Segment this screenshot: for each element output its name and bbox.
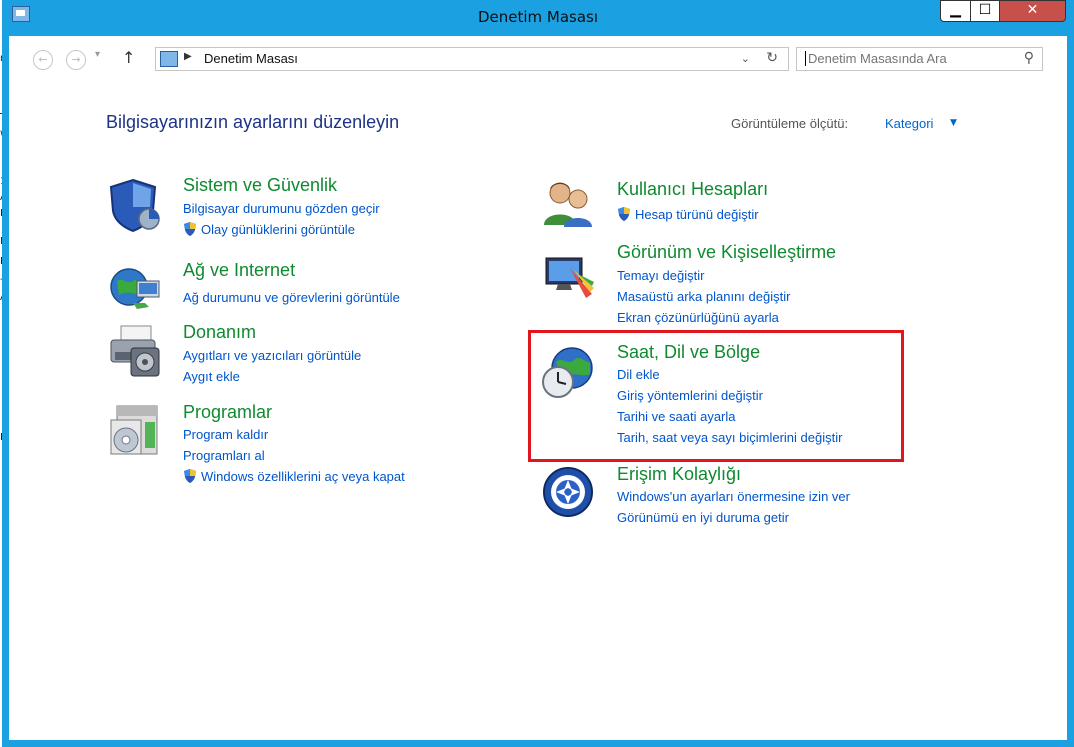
maximize-button[interactable]: ☐ <box>970 0 1000 22</box>
category-link-admin[interactable]: Windows özelliklerini aç veya kapat <box>183 469 405 484</box>
highlight-box <box>528 330 904 462</box>
personalization-icon[interactable] <box>540 248 596 304</box>
search-box[interactable]: ⚲ <box>796 47 1043 71</box>
close-icon: ✕ <box>1026 2 1039 18</box>
back-button[interactable]: ← <box>33 50 53 70</box>
category-title[interactable]: Donanım <box>183 322 256 343</box>
control-panel-icon <box>160 51 178 67</box>
uac-shield-icon <box>618 207 630 221</box>
printer-icon[interactable] <box>107 322 163 378</box>
category-link[interactable]: Windows'un ayarları önermesine izin ver <box>617 489 850 504</box>
refresh-button[interactable]: ↻ <box>766 50 778 66</box>
category-link[interactable]: Bilgisayar durumunu gözden geçir <box>183 201 380 216</box>
programs-icon[interactable] <box>107 402 163 458</box>
category-link-admin[interactable]: Olay günlüklerini görüntüle <box>183 222 355 237</box>
category-link[interactable]: Programları al <box>183 448 265 463</box>
category-link[interactable]: Ekran çözünürlüğünü ayarla <box>617 310 779 325</box>
page-title: Bilgisayarınızın ayarlarını düzenleyin <box>106 112 400 132</box>
close-button[interactable]: ✕ <box>999 0 1066 22</box>
title-bar[interactable]: Denetim Masası ▁ ☐ ✕ <box>2 0 1074 36</box>
category-title[interactable]: Görünüm ve Kişiselleştirme <box>617 242 836 263</box>
category-link-label: Hesap türünü değiştir <box>635 207 759 222</box>
arrow-up-icon: ↑ <box>122 48 136 67</box>
category-link[interactable]: Temayı değiştir <box>617 268 704 283</box>
search-icon[interactable]: ⚲ <box>1024 50 1034 66</box>
forward-button[interactable]: → <box>66 50 86 70</box>
network-globe-icon[interactable] <box>107 259 163 315</box>
breadcrumb-arrow-icon[interactable]: ▶ <box>184 51 192 62</box>
category-link-admin[interactable]: Hesap türünü değiştir <box>617 207 759 222</box>
category-title[interactable]: Programlar <box>183 402 272 423</box>
maximize-icon: ☐ <box>978 2 992 18</box>
chevron-down-icon[interactable]: ▼ <box>950 118 957 128</box>
category-link[interactable]: Program kaldır <box>183 427 268 442</box>
minimize-button[interactable]: ▁ <box>940 0 971 22</box>
category-link[interactable]: Aygıtları ve yazıcıları görüntüle <box>183 348 361 363</box>
control-panel-window: Denetim Masası ▁ ☐ ✕ ← → ▾ ↑ ▶ Denetim M… <box>2 0 1074 747</box>
category-link[interactable]: Görünümü en iyi duruma getir <box>617 510 789 525</box>
refresh-icon: ↻ <box>766 50 778 66</box>
search-input[interactable] <box>805 51 1008 66</box>
uac-shield-icon <box>184 222 196 236</box>
accessibility-icon[interactable] <box>540 464 596 520</box>
window-content: ← → ▾ ↑ ▶ Denetim Masası ⌄ ↻ ⚲ Bilgisaya… <box>9 36 1067 740</box>
uac-shield-icon <box>184 469 196 483</box>
category-link[interactable]: Masaüstü arka planını değiştir <box>617 289 790 304</box>
shield-icon[interactable] <box>107 177 163 233</box>
recent-locations-button[interactable]: ▾ <box>95 49 100 60</box>
navigation-bar: ← → ▾ ↑ ▶ Denetim Masası ⌄ ↻ ⚲ <box>9 36 1067 80</box>
arrow-left-icon: ← <box>38 53 48 66</box>
breadcrumb-item[interactable]: Denetim Masası <box>204 51 298 66</box>
address-bar[interactable]: ▶ Denetim Masası ⌄ ↻ <box>155 47 789 71</box>
window-title: Denetim Masası <box>477 8 599 26</box>
category-title[interactable]: Erişim Kolaylığı <box>617 464 741 485</box>
address-dropdown-button[interactable]: ⌄ <box>741 52 750 65</box>
category-link[interactable]: Aygıt ekle <box>183 369 240 384</box>
minimize-icon: ▁ <box>950 2 961 18</box>
view-by-label: Görüntüleme ölçütü: <box>731 116 849 131</box>
category-link[interactable]: Ağ durumunu ve görevlerini görüntüle <box>183 290 400 305</box>
category-title[interactable]: Ağ ve Internet <box>183 260 295 281</box>
category-link-label: Olay günlüklerini görüntüle <box>201 222 355 237</box>
category-title[interactable]: Kullanıcı Hesapları <box>617 179 768 200</box>
category-link-label: Windows özelliklerini aç veya kapat <box>201 469 405 484</box>
users-icon[interactable] <box>540 175 596 231</box>
arrow-right-icon: → <box>71 53 81 66</box>
view-by-dropdown[interactable]: Kategori <box>885 116 933 131</box>
up-button[interactable]: ↑ <box>122 48 135 67</box>
category-title[interactable]: Sistem ve Güvenlik <box>183 175 337 196</box>
